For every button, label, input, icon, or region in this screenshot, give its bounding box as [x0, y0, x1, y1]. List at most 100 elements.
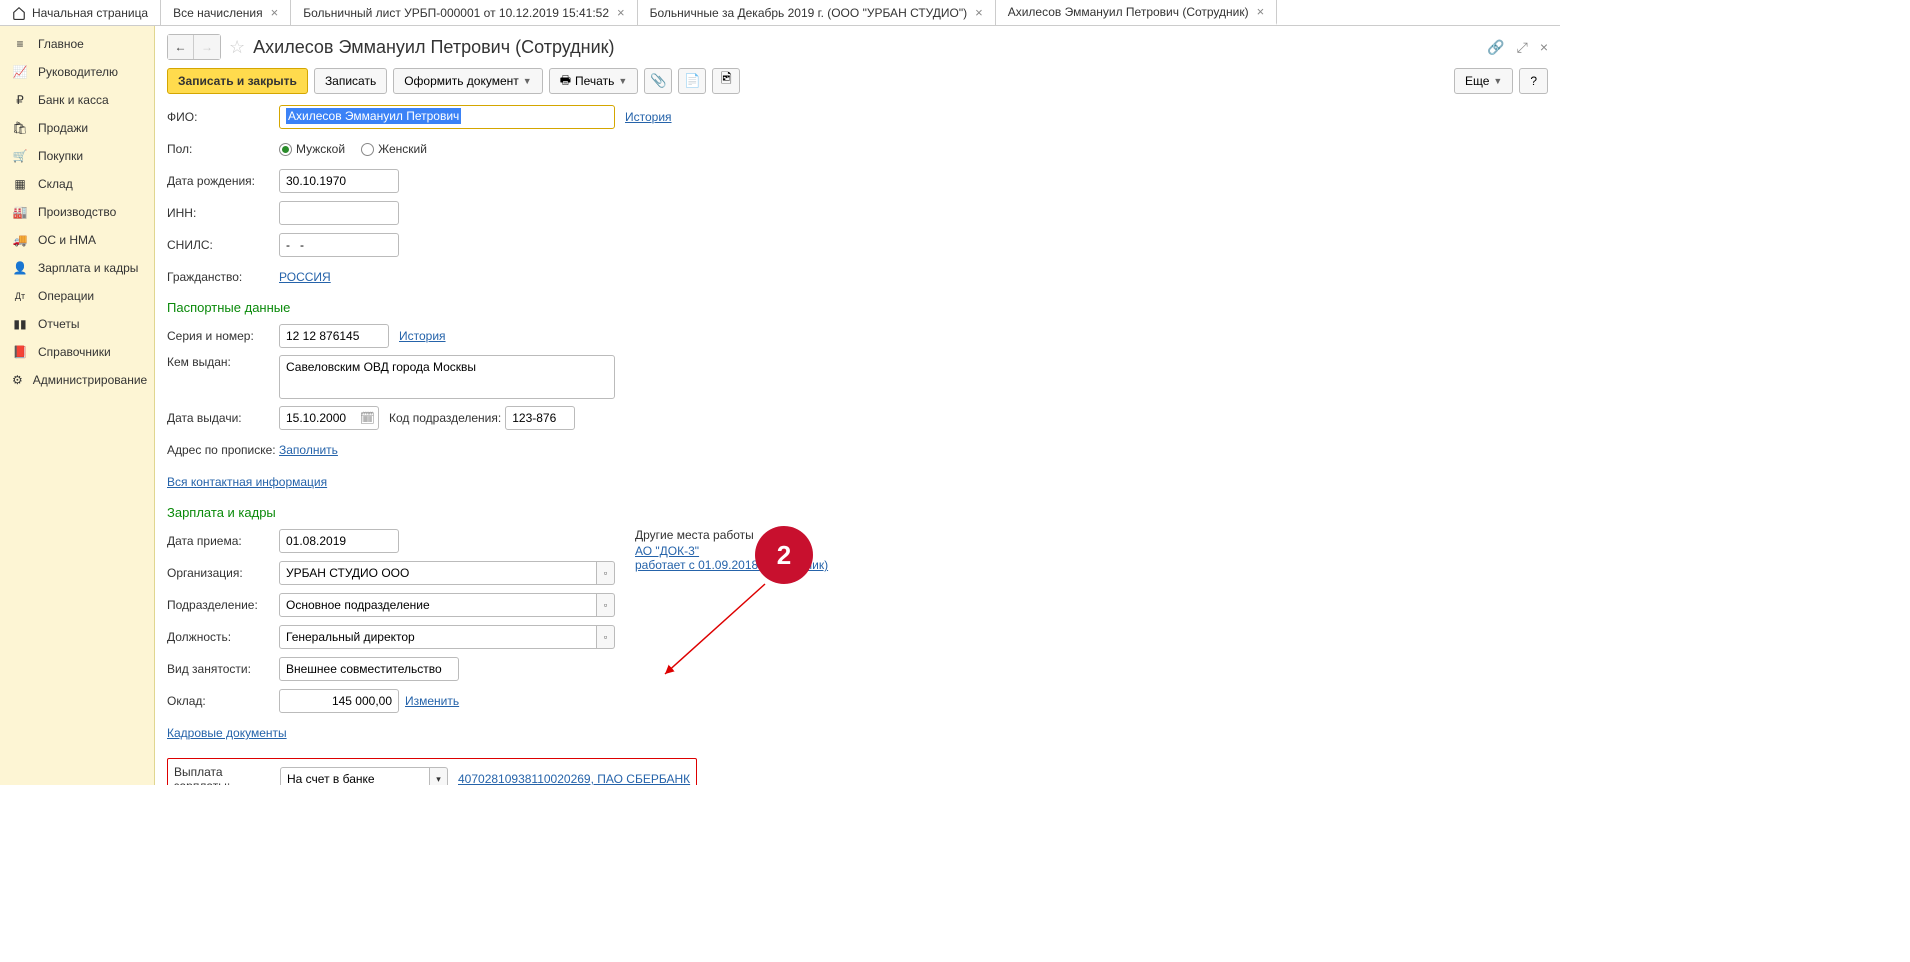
caret-icon: ▼ [523, 76, 532, 86]
close-icon[interactable]: × [975, 5, 983, 20]
hire-date-label: Дата приема: [167, 534, 279, 548]
close-page-icon[interactable]: × [1540, 39, 1548, 55]
tab-4[interactable]: Ахилесов Эммануил Петрович (Сотрудник) × [996, 0, 1278, 25]
position-input[interactable] [279, 625, 597, 649]
book-icon: 📕 [12, 345, 28, 359]
salary-input[interactable] [279, 689, 399, 713]
tab-1-label: Все начисления [173, 6, 263, 20]
sidebar-item-reports[interactable]: ▮▮Отчеты [0, 310, 154, 338]
sidebar-label: Справочники [38, 345, 111, 359]
home-icon [12, 6, 26, 20]
factory-icon: 🏭 [12, 205, 28, 219]
person-icon: 👤 [12, 261, 28, 275]
tab-3-label: Больничные за Декабрь 2019 г. (ООО "УРБА… [650, 6, 967, 20]
collapse-icon[interactable]: ⤢ [1517, 39, 1528, 56]
dept-input[interactable] [279, 593, 597, 617]
report-icon-button[interactable]: 📄 [678, 68, 706, 94]
sidebar-label: Банк и касса [38, 93, 109, 107]
caret-icon: ▼ [618, 76, 627, 86]
callout-number: 2 [777, 540, 791, 571]
salary-label: Оклад: [167, 694, 279, 708]
save-close-button[interactable]: Записать и закрыть [167, 68, 308, 94]
sidebar-label: Отчеты [38, 317, 79, 331]
cart-icon: 🛒 [12, 149, 28, 163]
sidebar-label: Операции [38, 289, 94, 303]
close-icon[interactable]: × [271, 5, 279, 20]
issued-by-input[interactable]: Савеловским ОВД города Москвы [279, 355, 615, 399]
tab-1[interactable]: Все начисления × [161, 0, 291, 25]
toolbar: Записать и закрыть Записать Оформить док… [167, 68, 1548, 94]
hire-date-input[interactable] [279, 529, 399, 553]
gender-female-radio[interactable]: Женский [361, 142, 427, 156]
dept-code-input[interactable] [505, 406, 575, 430]
sidebar-label: ОС и НМА [38, 233, 96, 247]
radio-icon [361, 143, 374, 156]
female-label: Женский [378, 142, 427, 156]
org-label: Организация: [167, 566, 279, 580]
fill-address-link[interactable]: Заполнить [279, 443, 338, 457]
sidebar-item-admin[interactable]: ⚙Администрирование [0, 366, 154, 394]
org-input[interactable] [279, 561, 597, 585]
close-icon[interactable]: × [617, 5, 625, 20]
tab-3[interactable]: Больничные за Декабрь 2019 г. (ООО "УРБА… [638, 0, 996, 25]
attachment-icon-button[interactable]: 📎 [644, 68, 672, 94]
open-icon[interactable]: ▫ [597, 625, 615, 649]
printer-icon: 🖶 [560, 71, 571, 92]
sidebar-item-operations[interactable]: ДтОперации [0, 282, 154, 310]
sidebar-item-warehouse[interactable]: ▦Склад [0, 170, 154, 198]
dob-label: Дата рождения: [167, 174, 279, 188]
employment-input[interactable] [279, 657, 459, 681]
print-button[interactable]: 🖶Печать▼ [549, 68, 639, 94]
sidebar-item-assets[interactable]: 🚚 ОС и НМА [0, 226, 154, 254]
salary-change-link[interactable]: Изменить [405, 694, 459, 708]
dropdown-icon[interactable]: ▾ [430, 767, 448, 785]
save-button[interactable]: Записать [314, 68, 387, 94]
passport-history-link[interactable]: История [399, 329, 446, 343]
address-label: Адрес по прописке: [167, 443, 279, 457]
help-button[interactable]: ? [1519, 68, 1548, 94]
link-icon[interactable]: 🔗 [1487, 39, 1504, 56]
fio-value: Ахилесов Эммануил Петрович [286, 108, 461, 124]
truck-icon: 🚚 [12, 233, 28, 247]
nav-back-button[interactable]: ← [168, 35, 194, 59]
content-area: ← → ☆ Ахилесов Эммануил Петрович (Сотруд… [155, 26, 1560, 785]
hr-docs-link[interactable]: Кадровые документы [167, 726, 287, 740]
sidebar-item-purchases[interactable]: 🛒Покупки [0, 142, 154, 170]
open-icon[interactable]: ▫ [597, 561, 615, 585]
more-button[interactable]: Еще▼ [1454, 68, 1513, 94]
sidebar-item-production[interactable]: 🏭 Производство [0, 198, 154, 226]
nav-forward-button[interactable]: → [194, 35, 220, 59]
bag-icon: 🛍 [12, 121, 28, 135]
gear-icon: ⚙ [12, 373, 23, 387]
payment-method-select[interactable] [280, 767, 430, 785]
hr-section-title: Зарплата и кадры [167, 505, 1548, 520]
sidebar-item-refs[interactable]: 📕 Справочники [0, 338, 154, 366]
other-org-link[interactable]: АО "ДОК-3" [635, 544, 699, 558]
open-icon[interactable]: ▫ [597, 593, 615, 617]
fio-input[interactable]: Ахилесов Эммануил Петрович [279, 105, 615, 129]
tab-2-label: Больничный лист УРБП-000001 от 10.12.201… [303, 6, 609, 20]
bank-account-link[interactable]: 40702810938110020269, ПАО СБЕРБАНК [458, 772, 690, 785]
inn-input[interactable] [279, 201, 399, 225]
close-icon[interactable]: × [1257, 4, 1265, 19]
dob-input[interactable] [279, 169, 399, 193]
sidebar: ≡Главное 📈Руководителю ₽Банк и касса 🛍Пр… [0, 26, 155, 785]
favorite-star-icon[interactable]: ☆ [229, 37, 245, 58]
sidebar-item-bank[interactable]: ₽Банк и касса [0, 86, 154, 114]
calendar-icon[interactable]: 🗓 [360, 411, 375, 425]
sidebar-item-sales[interactable]: 🛍Продажи [0, 114, 154, 142]
sidebar-item-main[interactable]: ≡Главное [0, 30, 154, 58]
sidebar-item-hr[interactable]: 👤Зарплата и кадры [0, 254, 154, 282]
citizenship-link[interactable]: РОССИЯ [279, 270, 331, 284]
fio-history-link[interactable]: История [625, 110, 672, 124]
all-contacts-link[interactable]: Вся контактная информация [167, 475, 327, 489]
tab-2[interactable]: Больничный лист УРБП-000001 от 10.12.201… [291, 0, 637, 25]
sidebar-label: Производство [38, 205, 116, 219]
snils-input[interactable] [279, 233, 399, 257]
consent-icon-button[interactable]: 🖻 [712, 68, 740, 94]
gender-male-radio[interactable]: Мужской [279, 142, 345, 156]
tab-home[interactable]: Начальная страница [0, 0, 161, 25]
sidebar-item-manager[interactable]: 📈Руководителю [0, 58, 154, 86]
create-doc-button[interactable]: Оформить документ▼ [393, 68, 542, 94]
series-input[interactable] [279, 324, 389, 348]
